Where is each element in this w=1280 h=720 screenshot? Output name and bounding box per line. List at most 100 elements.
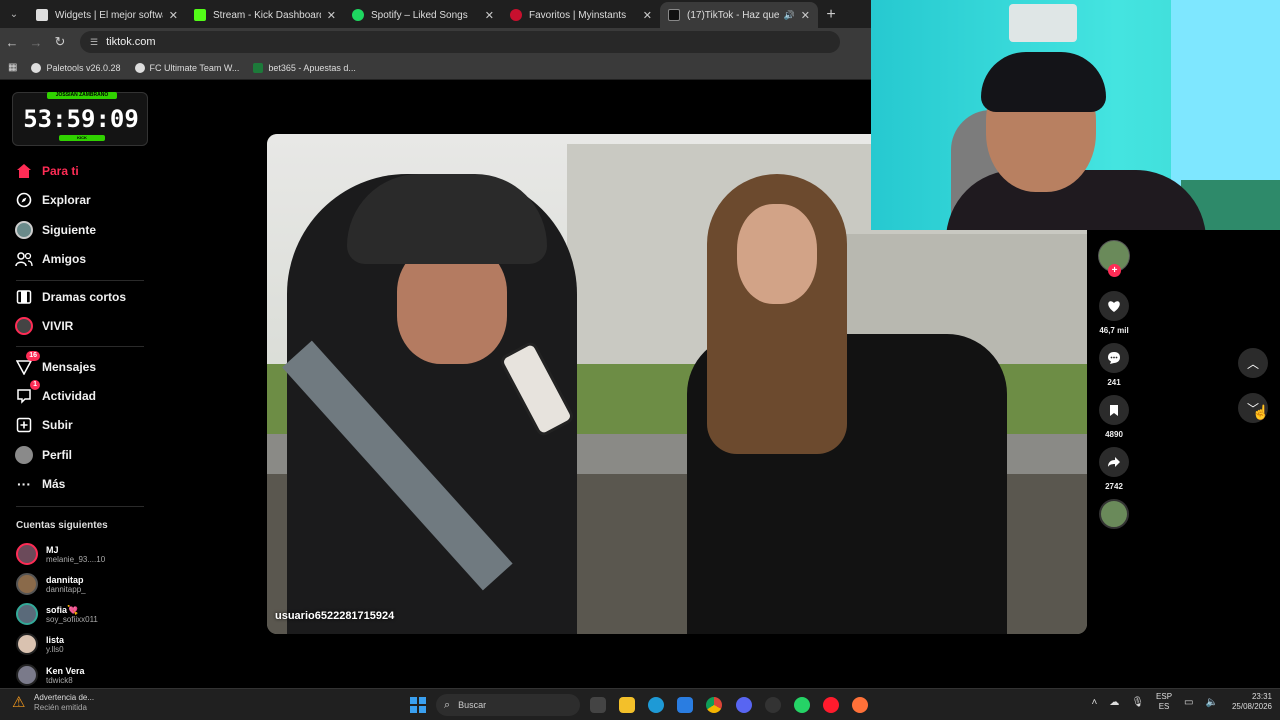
close-icon[interactable]: ✕ [801, 9, 810, 22]
system-tray: ˄ ☁ 🎙 ESP ES ▭ 🔈 23:31 25/08/2026 [1085, 692, 1272, 712]
sidebar-item-subir[interactable]: Subir [14, 414, 73, 436]
new-tab-button[interactable]: + [818, 2, 844, 28]
back-arrow-icon[interactable]: ← [0, 35, 24, 50]
webcam-hair [981, 52, 1106, 112]
forward-arrow-icon[interactable]: → [24, 35, 48, 50]
profile-icon [14, 445, 34, 465]
bookmark-bet365[interactable]: bet365 - Apuestas d... [253, 62, 356, 73]
tab-title: Spotify – Liked Songs [371, 9, 468, 21]
tab-kick-dashboard[interactable]: Stream - Kick Dashboard ✕ [186, 2, 344, 28]
sidebar-item-amigos[interactable]: Amigos [14, 248, 86, 270]
tab-spotify[interactable]: Spotify – Liked Songs ✕ [344, 2, 502, 28]
like-button[interactable]: 46,7 mil [1096, 291, 1132, 335]
share-arrow-icon [1099, 447, 1129, 477]
webcam-overlay [871, 0, 1280, 230]
avatar [16, 573, 38, 595]
chevron-up-icon[interactable]: ˄ [1091, 697, 1097, 708]
reload-icon[interactable]: ↻ [48, 34, 72, 50]
comment-icon [1099, 343, 1129, 373]
speaker-icon[interactable]: 🔊 [784, 10, 795, 21]
tab-myinstants[interactable]: Favoritos | Myinstants ✕ [502, 2, 660, 28]
close-icon[interactable]: ✕ [327, 9, 336, 22]
webcam-air-conditioner [1009, 4, 1077, 42]
like-count: 46,7 mil [1099, 326, 1129, 335]
tab-widgets[interactable]: Widgets | El mejor software para ✕ [28, 2, 186, 28]
sidebar-item-label: Actividad [42, 389, 97, 403]
sidebar-item-dramas-cortos[interactable]: Dramas cortos [14, 286, 126, 308]
network-status-icon[interactable]: ☁ [1109, 697, 1119, 708]
bookmark-fc-ultimate[interactable]: FC Ultimate Team W... [134, 62, 239, 73]
taskbar-search[interactable]: ⌕ Buscar [436, 694, 580, 716]
messages-icon: 16 [14, 351, 40, 377]
hand-cursor-icon: ☝ [1252, 404, 1270, 420]
warning-title: Advertencia de... [34, 693, 95, 702]
whatsapp-icon[interactable] [794, 697, 810, 713]
sidebar-item-label: Siguiente [42, 223, 97, 237]
firefox-icon[interactable] [852, 697, 868, 713]
follow-plus-icon[interactable]: + [1108, 264, 1121, 277]
previous-video-button[interactable]: ︿ [1238, 348, 1268, 378]
lang-bottom: ES [1158, 702, 1170, 711]
tab-tiktok[interactable]: (17)TikTok - Haz que tu día 🔊 ✕ [660, 2, 818, 28]
monitor-icon[interactable]: ▭ [1184, 697, 1193, 708]
sidebar-item-label: Para ti [42, 164, 79, 178]
account-name: Ken Vera [46, 665, 85, 676]
warning-subtitle: Recién emitida [34, 703, 87, 712]
discord-icon[interactable] [736, 697, 752, 713]
windows-taskbar: ⚠ Advertencia de... Recién emitida ⌕ Bus… [0, 688, 1280, 720]
following-account-dannitap[interactable]: dannitap dannitapp_ [16, 573, 86, 595]
save-button[interactable]: 4890 [1096, 395, 1132, 439]
url-field[interactable]: ☰ tiktok.com [80, 31, 840, 53]
task-view-icon[interactable] [590, 697, 606, 713]
following-account-sofia[interactable]: sofia💘 soy_sofiixx011 [16, 603, 98, 625]
share-button[interactable]: 2742 [1096, 447, 1132, 491]
store-icon[interactable] [677, 697, 693, 713]
sidebar-item-mensajes[interactable]: 16 Mensajes [14, 351, 96, 378]
account-name: sofia💘 [46, 604, 79, 615]
video-author-handle[interactable]: usuario6522281715924 [275, 610, 394, 622]
tab-title: Stream - Kick Dashboard [213, 9, 321, 21]
tab-title: (17)TikTok - Haz que tu día [687, 9, 780, 21]
tab-search-icon[interactable]: ⌄ [0, 0, 28, 28]
following-account-ken-vera[interactable]: Ken Vera tdwick8 [16, 664, 85, 686]
tiktok-favicon-icon [668, 9, 680, 21]
bookmark-paletools[interactable]: Paletools v26.0.28 [31, 62, 121, 73]
avatar [16, 664, 38, 686]
sidebar-item-perfil[interactable]: Perfil [14, 444, 72, 466]
comment-button[interactable]: 241 [1096, 343, 1132, 387]
warning-icon: ⚠ [12, 694, 26, 711]
site-info-icon[interactable]: ☰ [90, 37, 98, 48]
tab-title: Widgets | El mejor software para [55, 9, 163, 21]
edge-icon[interactable] [648, 697, 664, 713]
search-icon: ⌕ [444, 698, 451, 711]
close-icon[interactable]: ✕ [169, 9, 178, 22]
music-disc-button[interactable] [1096, 499, 1132, 529]
sidebar-item-vivir[interactable]: VIVIR [14, 315, 73, 337]
url-text: tiktok.com [106, 36, 156, 48]
windows-start-icon[interactable] [410, 697, 426, 713]
bookmark-icon [1099, 395, 1129, 425]
volume-icon[interactable]: 🔈 [1206, 697, 1218, 708]
myinstants-favicon-icon [510, 9, 522, 21]
apps-grid-icon[interactable]: ▦ [8, 62, 17, 73]
following-account-lista[interactable]: lista y.lls0 [16, 633, 64, 655]
game-app-icon[interactable] [765, 697, 781, 713]
sidebar-item-para-ti[interactable]: Para ti [14, 160, 79, 182]
video-person-woman [687, 174, 1017, 634]
taskbar-clock[interactable]: 23:31 25/08/2026 [1232, 692, 1272, 712]
sidebar-item-siguiente[interactable]: Siguiente [14, 219, 96, 241]
sidebar-item-actividad[interactable]: 1 Actividad [14, 380, 97, 407]
file-explorer-icon[interactable] [619, 697, 635, 713]
following-account-mj[interactable]: MJ melanie_93....10 [16, 543, 105, 565]
keyboard-language[interactable]: ESP ES [1156, 692, 1172, 712]
close-icon[interactable]: ✕ [643, 9, 652, 22]
creator-avatar-button[interactable]: + [1096, 240, 1132, 277]
sidebar-item-explorar[interactable]: Explorar [14, 189, 91, 211]
chrome-icon[interactable] [706, 697, 722, 713]
sidebar-item-label: Amigos [42, 252, 87, 266]
close-icon[interactable]: ✕ [485, 9, 494, 22]
sidebar-item-mas[interactable]: ··· Más [14, 473, 65, 495]
microphone-icon[interactable]: 🎙 [1131, 697, 1144, 708]
warning-notification[interactable]: ⚠ Advertencia de... Recién emitida [12, 693, 94, 713]
opera-icon[interactable] [823, 697, 839, 713]
